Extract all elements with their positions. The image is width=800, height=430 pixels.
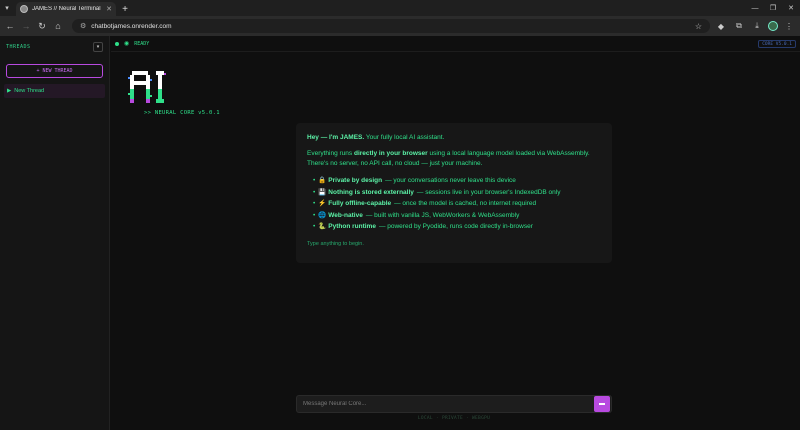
send-button[interactable] bbox=[594, 396, 610, 412]
status-dot bbox=[115, 41, 119, 46]
browser-tab-strip: ▾ JAMES // Neural Terminal ✕ + — ❐ ✕ bbox=[0, 0, 800, 16]
intro-pre: Everything runs bbox=[307, 150, 354, 157]
feature-item: • 🔒 Private by design — your conversations… bbox=[313, 175, 601, 187]
browser-toolbar: ← → ↻ ⌂ ⚙ chatbotjames.onrender.com ☆ ◆ … bbox=[0, 16, 800, 36]
lock-icon: 🔒 bbox=[318, 177, 327, 184]
python-icon: 🐍 bbox=[318, 223, 327, 230]
message-input[interactable] bbox=[297, 396, 594, 412]
tab-title: JAMES // Neural Terminal bbox=[32, 6, 101, 12]
status-bar: ◉ READY CORE V5.0.1 bbox=[111, 36, 800, 52]
feature-desc: — your conversations never leave this de… bbox=[385, 177, 516, 184]
core-version-label: >> NEURAL CORE v5.0.1 bbox=[144, 110, 220, 116]
greeting: Hey — I'm JAMES. Your fully local AI ass… bbox=[307, 133, 601, 143]
new-thread-button[interactable]: + NEW THREAD bbox=[6, 64, 103, 78]
begin-hint: Type anything to begin. bbox=[307, 240, 364, 247]
collapse-sidebar-button[interactable]: ▾ bbox=[93, 42, 103, 52]
minimize-icon[interactable]: — bbox=[746, 0, 764, 16]
site-info-icon[interactable]: ⚙ bbox=[80, 22, 86, 30]
extensions-puzzle-icon[interactable]: ⧉ bbox=[732, 19, 746, 33]
reload-icon[interactable]: ↻ bbox=[36, 19, 48, 33]
tab-search-icon[interactable]: ▾ bbox=[0, 0, 14, 16]
close-window-icon[interactable]: ✕ bbox=[782, 0, 800, 16]
feature-desc: — once the model is cached, no internet … bbox=[394, 200, 537, 207]
ai-logo bbox=[128, 71, 166, 103]
profile-avatar[interactable] bbox=[768, 21, 778, 31]
globe-icon: 🌐 bbox=[318, 211, 327, 219]
feature-item: • 💾 Nothing is stored externally — session… bbox=[313, 187, 601, 199]
thread-item[interactable]: ▶ New Thread bbox=[4, 84, 105, 98]
thread-arrow-icon: ▶ bbox=[7, 88, 12, 94]
feature-list: • 🔒 Private by design — your conversations… bbox=[313, 175, 601, 233]
back-icon[interactable]: ← bbox=[4, 19, 16, 33]
restore-icon[interactable]: ❐ bbox=[764, 0, 782, 16]
intro-bold: directly in your browser bbox=[353, 150, 428, 157]
bullet: • bbox=[313, 211, 316, 219]
send-icon bbox=[599, 403, 605, 405]
bullet: • bbox=[313, 188, 316, 196]
status-text: READY bbox=[134, 40, 150, 47]
download-icon[interactable]: ⤓ bbox=[750, 19, 764, 33]
browser-tab[interactable]: JAMES // Neural Terminal ✕ bbox=[16, 2, 116, 16]
feature-title: Python runtime bbox=[328, 223, 376, 230]
feature-item: • 🌐 Web-native — built with vanilla JS, We… bbox=[313, 210, 601, 222]
sidebar-title: THREADS bbox=[6, 44, 31, 50]
main-panel: ◉ READY CORE V5.0.1 >> NEURAL CORE v5.0.… bbox=[111, 36, 800, 430]
tab-close-icon[interactable]: ✕ bbox=[106, 5, 112, 13]
lightning-icon: ⚡ bbox=[318, 200, 327, 207]
bullet: • bbox=[313, 177, 316, 184]
greeting-rest: Your fully local AI assistant. bbox=[364, 134, 445, 141]
bookmark-star-icon[interactable]: ☆ bbox=[695, 22, 702, 31]
feature-title: Nothing is stored externally bbox=[328, 188, 414, 196]
thread-label: New Thread bbox=[14, 88, 45, 94]
bullet: • bbox=[313, 200, 316, 207]
disk-icon: 💾 bbox=[318, 188, 327, 196]
feature-item: • ⚡ Fully offline-capable — once the model… bbox=[313, 198, 601, 210]
bullet: • bbox=[313, 223, 316, 230]
message-composer bbox=[296, 395, 612, 413]
sidebar: THREADS ▾ + NEW THREAD ▶ New Thread bbox=[0, 36, 110, 430]
favicon-icon bbox=[20, 5, 28, 13]
intro-paragraph: Everything runs directly in your browser… bbox=[307, 149, 601, 169]
home-icon[interactable]: ⌂ bbox=[52, 19, 64, 33]
menu-kebab-icon[interactable]: ⋮ bbox=[782, 19, 796, 33]
feature-desc: — sessions live in your browser's Indexe… bbox=[416, 188, 561, 196]
welcome-message: Hey — I'm JAMES. Your fully local AI ass… bbox=[296, 123, 612, 263]
feature-desc: — powered by Pyodide, runs code directly… bbox=[378, 223, 533, 230]
greeting-bold: Hey — I'm JAMES. bbox=[307, 134, 365, 141]
window-controls: — ❐ ✕ bbox=[746, 0, 800, 16]
url-text[interactable]: chatbotjames.onrender.com bbox=[91, 23, 690, 30]
footer-note: LOCAL · PRIVATE · WEBGPU bbox=[417, 416, 491, 421]
feature-title: Fully offline-capable bbox=[328, 200, 392, 207]
feature-title: Web-native bbox=[328, 211, 363, 219]
sidebar-header: THREADS ▾ bbox=[0, 36, 109, 58]
forward-icon[interactable]: → bbox=[20, 19, 32, 33]
feature-title: Private by design bbox=[328, 177, 383, 184]
feature-item: • 🐍 Python runtime — powered by Pyodide, r… bbox=[313, 221, 601, 233]
address-bar[interactable]: ⚙ chatbotjames.onrender.com ☆ bbox=[72, 19, 710, 33]
app-root: THREADS ▾ + NEW THREAD ▶ New Thread ◉ RE… bbox=[0, 36, 800, 430]
feature-desc: — built with vanilla JS, WebWorkers & We… bbox=[365, 211, 520, 219]
version-badge: CORE V5.0.1 bbox=[758, 40, 796, 48]
status-gear-icon: ◉ bbox=[124, 41, 130, 47]
new-tab-button[interactable]: + bbox=[118, 2, 132, 16]
extension-icon[interactable]: ◆ bbox=[714, 19, 728, 33]
